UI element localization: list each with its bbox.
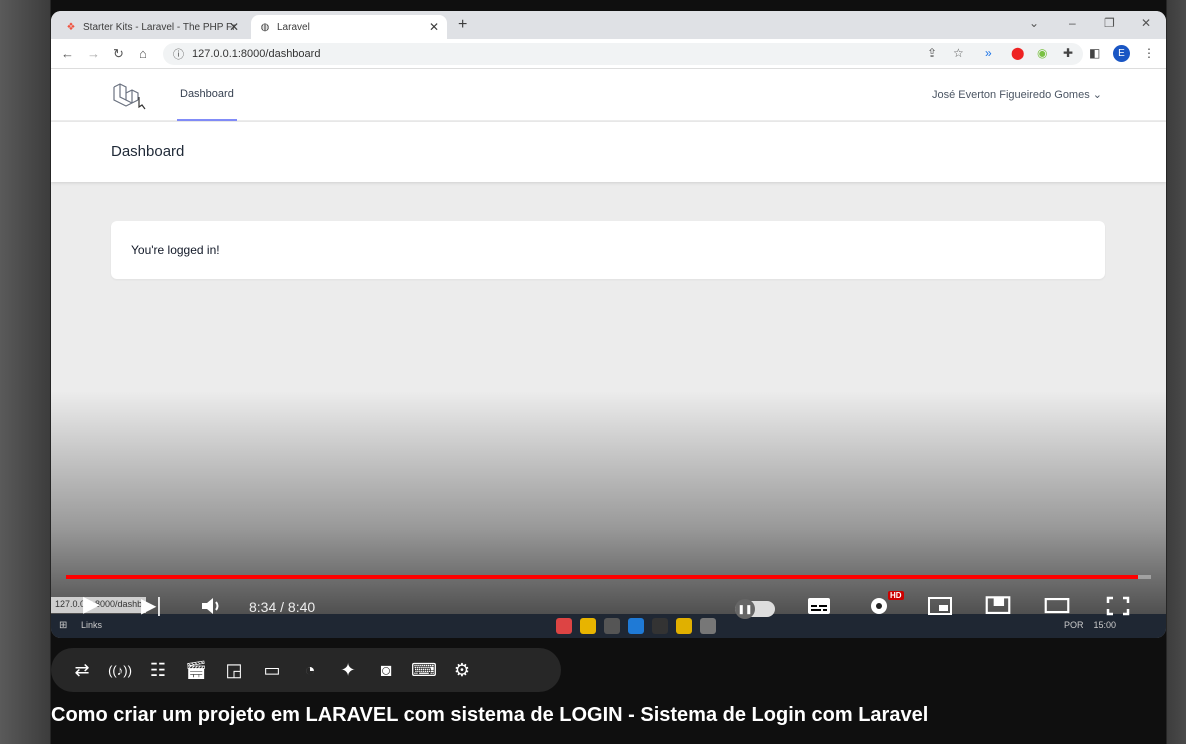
page-header: Dashboard xyxy=(51,122,1166,182)
tab-starter-kits[interactable]: ❖ Starter Kits - Laravel - The PHP Fr ✕ xyxy=(57,15,247,39)
theater-mode-icon[interactable] xyxy=(1044,595,1070,617)
pause-icon: ❚❚ xyxy=(735,599,755,619)
notes-icon xyxy=(676,618,692,634)
close-window-icon[interactable]: ✕ xyxy=(1141,16,1151,30)
picture-in-picture-icon[interactable] xyxy=(985,595,1011,617)
puzzle-icon[interactable]: ✚ xyxy=(1063,46,1073,60)
terminal-icon xyxy=(652,618,668,634)
forward-icon[interactable]: → xyxy=(87,46,100,61)
windows-taskbar: ⊞ Links POR 15:00 xyxy=(51,614,1166,638)
speed-icon[interactable]: ◔ xyxy=(297,657,323,683)
home-icon[interactable]: ⌂ xyxy=(139,46,147,61)
play-icon[interactable]: ▶ xyxy=(83,591,100,617)
app-icon xyxy=(700,618,716,634)
folder-icon xyxy=(580,618,596,634)
settings-gear-icon[interactable]: ⚙ xyxy=(449,657,475,683)
volume-icon[interactable] xyxy=(199,595,225,617)
opera-extension-icon[interactable]: ⬤ xyxy=(1011,46,1024,60)
chrome-icon xyxy=(556,618,572,634)
fullscreen-icon[interactable] xyxy=(1105,595,1131,617)
menu-kebab-icon[interactable]: ⋮ xyxy=(1143,46,1155,60)
taskbar-links: Links xyxy=(81,620,103,630)
cinema-mode-icon[interactable]: ▭ xyxy=(259,657,285,683)
progress-bar[interactable] xyxy=(66,575,1151,579)
chevron-down-icon[interactable]: ⌄ xyxy=(1029,16,1039,30)
miniplayer-icon[interactable] xyxy=(927,595,953,617)
windows-icon: ⊞ xyxy=(59,620,68,631)
card-text: You're logged in! xyxy=(131,243,220,257)
taskbar-apps xyxy=(556,618,716,634)
next-icon[interactable]: ▶| xyxy=(141,593,162,618)
new-tab-button[interactable]: + xyxy=(458,16,467,34)
page-title: Dashboard xyxy=(111,143,185,160)
playlist-eye-icon[interactable]: ☷ xyxy=(145,657,171,683)
profile-avatar[interactable]: E xyxy=(1113,45,1130,62)
vscode-icon xyxy=(628,618,644,634)
clock: 15:00 xyxy=(1093,620,1116,630)
video-title: Como criar um projeto em LARAVEL com sis… xyxy=(51,704,929,726)
time-display: 8:34 / 8:40 xyxy=(249,599,316,615)
app-icon xyxy=(604,618,620,634)
restore-icon[interactable]: ❐ xyxy=(1104,16,1115,30)
subtitles-icon[interactable] xyxy=(806,595,832,617)
aspect-ratio-icon[interactable]: ◲ xyxy=(221,657,247,683)
keyboard-icon[interactable]: ⌨ xyxy=(411,657,437,683)
close-icon[interactable]: ✕ xyxy=(429,20,439,34)
back-icon[interactable]: ← xyxy=(61,46,74,61)
chevron-down-icon: ⌄ xyxy=(1092,89,1102,101)
extension-toolbar: ⇄ ((♪)) ☷ 🎬︎ ◲ ▭ ◔ ✦ ◙ ⌨ ⚙ xyxy=(51,648,561,692)
address-bar: ← → ↻ ⌂ ⓘ 127.0.0.1:8000/dashboard ⇪ ☆ »… xyxy=(51,39,1166,69)
wifi-extension-icon[interactable]: » xyxy=(985,46,992,60)
tab-laravel[interactable]: ◍ Laravel ✕ xyxy=(251,15,447,39)
status-card: You're logged in! xyxy=(111,221,1105,279)
sidepanel-icon[interactable]: ◧ xyxy=(1089,46,1100,60)
system-tray: POR 15:00 xyxy=(1064,620,1116,630)
laravel-favicon-icon: ❖ xyxy=(66,21,76,33)
laravel-logo-icon[interactable] xyxy=(111,81,147,111)
info-icon[interactable]: ⓘ xyxy=(173,46,184,62)
user-dropdown[interactable]: José Everton Figueiredo Gomes ⌄ xyxy=(932,88,1102,101)
enhance-icon[interactable]: ✦ xyxy=(335,657,361,683)
hd-badge: HD xyxy=(888,591,904,600)
url-text: 127.0.0.1:8000/dashboard xyxy=(192,48,321,60)
audio-mode-icon[interactable]: ((♪)) xyxy=(107,657,133,683)
tab-label: Laravel xyxy=(277,21,310,33)
url-input[interactable]: ⓘ 127.0.0.1:8000/dashboard xyxy=(163,43,1083,65)
nav-link-dashboard[interactable]: Dashboard xyxy=(177,69,237,121)
share-icon[interactable]: ⇪ xyxy=(927,46,937,60)
video-player[interactable]: ❖ Starter Kits - Laravel - The PHP Fr ✕ … xyxy=(51,11,1166,638)
minimize-icon[interactable]: – xyxy=(1069,16,1076,30)
reload-icon[interactable]: ↻ xyxy=(113,46,124,62)
loop-icon[interactable]: ⇄ xyxy=(69,657,95,683)
clapperboard-icon[interactable]: 🎬︎ xyxy=(183,657,209,683)
star-icon[interactable]: ☆ xyxy=(953,46,964,60)
language-indicator: POR xyxy=(1063,620,1084,630)
browser-tabbar: ❖ Starter Kits - Laravel - The PHP Fr ✕ … xyxy=(51,11,1166,39)
green-extension-icon[interactable]: ◉ xyxy=(1037,46,1047,60)
autoplay-toggle[interactable]: ❚❚ xyxy=(735,599,775,619)
tab-label: Starter Kits - Laravel - The PHP Fr xyxy=(83,21,236,33)
close-icon[interactable]: ✕ xyxy=(229,20,239,34)
progress-fill xyxy=(66,575,1138,579)
app-navbar: Dashboard José Everton Figueiredo Gomes … xyxy=(51,69,1166,121)
globe-icon: ◍ xyxy=(260,21,270,33)
screenshot-camera-icon[interactable]: ◙ xyxy=(373,657,399,683)
user-name: José Everton Figueiredo Gomes xyxy=(931,89,1090,101)
